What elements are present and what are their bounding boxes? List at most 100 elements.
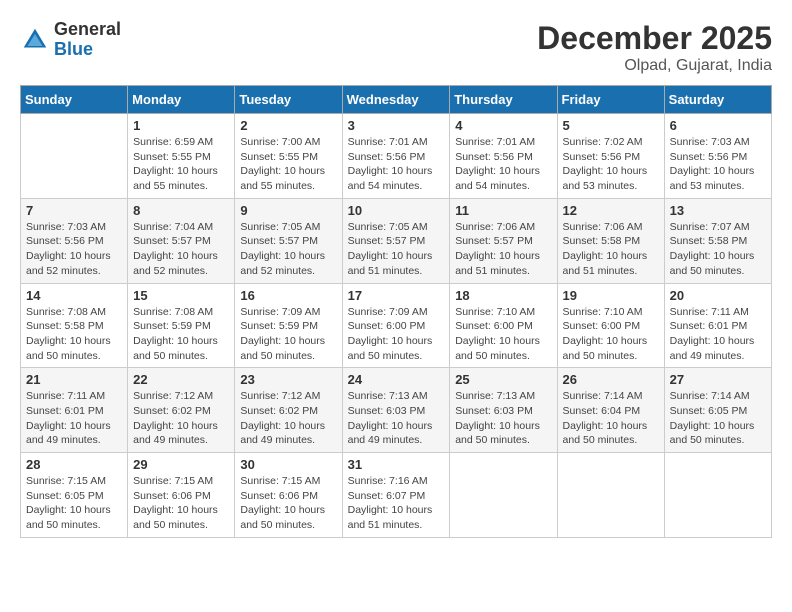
- calendar-cell: 24 Sunrise: 7:13 AM Sunset: 6:03 PM Dayli…: [342, 368, 450, 453]
- day-info: Sunrise: 7:15 AM Sunset: 6:06 PM Dayligh…: [240, 474, 336, 533]
- calendar-cell: 21 Sunrise: 7:11 AM Sunset: 6:01 PM Dayli…: [21, 368, 128, 453]
- page-header: General Blue December 2025 Olpad, Gujara…: [20, 20, 772, 75]
- calendar-cell: 25 Sunrise: 7:13 AM Sunset: 6:03 PM Dayli…: [450, 368, 557, 453]
- day-info: Sunrise: 7:06 AM Sunset: 5:57 PM Dayligh…: [455, 220, 551, 279]
- day-number: 11: [455, 203, 551, 218]
- day-number: 25: [455, 372, 551, 387]
- calendar-cell: 26 Sunrise: 7:14 AM Sunset: 6:04 PM Dayli…: [557, 368, 664, 453]
- week-row-5: 28 Sunrise: 7:15 AM Sunset: 6:05 PM Dayli…: [21, 453, 772, 538]
- day-number: 12: [563, 203, 659, 218]
- day-info: Sunrise: 7:07 AM Sunset: 5:58 PM Dayligh…: [670, 220, 766, 279]
- location: Olpad, Gujarat, India: [537, 57, 772, 75]
- header-friday: Friday: [557, 86, 664, 114]
- day-info: Sunrise: 7:04 AM Sunset: 5:57 PM Dayligh…: [133, 220, 229, 279]
- day-info: Sunrise: 7:10 AM Sunset: 6:00 PM Dayligh…: [455, 305, 551, 364]
- calendar-cell: 4 Sunrise: 7:01 AM Sunset: 5:56 PM Daylig…: [450, 114, 557, 199]
- day-info: Sunrise: 7:14 AM Sunset: 6:04 PM Dayligh…: [563, 389, 659, 448]
- day-number: 16: [240, 288, 336, 303]
- calendar-cell: [21, 114, 128, 199]
- day-info: Sunrise: 7:12 AM Sunset: 6:02 PM Dayligh…: [240, 389, 336, 448]
- header-sunday: Sunday: [21, 86, 128, 114]
- day-number: 14: [26, 288, 122, 303]
- day-number: 1: [133, 118, 229, 133]
- week-row-1: 1 Sunrise: 6:59 AM Sunset: 5:55 PM Daylig…: [21, 114, 772, 199]
- week-row-3: 14 Sunrise: 7:08 AM Sunset: 5:58 PM Dayli…: [21, 283, 772, 368]
- calendar-cell: 16 Sunrise: 7:09 AM Sunset: 5:59 PM Dayli…: [235, 283, 342, 368]
- calendar-cell: 3 Sunrise: 7:01 AM Sunset: 5:56 PM Daylig…: [342, 114, 450, 199]
- header-thursday: Thursday: [450, 86, 557, 114]
- calendar-cell: 29Sunrise: 7:15 AM Sunset: 6:06 PM Dayli…: [128, 453, 235, 538]
- day-info: Sunrise: 7:13 AM Sunset: 6:03 PM Dayligh…: [455, 389, 551, 448]
- calendar-cell: 18Sunrise: 7:10 AM Sunset: 6:00 PM Dayli…: [450, 283, 557, 368]
- day-info: Sunrise: 7:01 AM Sunset: 5:56 PM Dayligh…: [455, 135, 551, 194]
- day-number: 3: [348, 118, 445, 133]
- calendar-cell: 28 Sunrise: 7:15 AM Sunset: 6:05 PM Dayli…: [21, 453, 128, 538]
- day-number: 20: [670, 288, 766, 303]
- calendar-cell: [557, 453, 664, 538]
- header-wednesday: Wednesday: [342, 86, 450, 114]
- day-number: 24: [348, 372, 445, 387]
- day-info: Sunrise: 7:03 AM Sunset: 5:56 PM Dayligh…: [26, 220, 122, 279]
- header-monday: Monday: [128, 86, 235, 114]
- day-number: 26: [563, 372, 659, 387]
- calendar-cell: 12Sunrise: 7:06 AM Sunset: 5:58 PM Dayli…: [557, 198, 664, 283]
- logo: General Blue: [20, 20, 121, 60]
- calendar-cell: 14 Sunrise: 7:08 AM Sunset: 5:58 PM Dayli…: [21, 283, 128, 368]
- calendar-cell: 7 Sunrise: 7:03 AM Sunset: 5:56 PM Daylig…: [21, 198, 128, 283]
- calendar-cell: 8 Sunrise: 7:04 AM Sunset: 5:57 PM Daylig…: [128, 198, 235, 283]
- day-info: Sunrise: 7:11 AM Sunset: 6:01 PM Dayligh…: [26, 389, 122, 448]
- day-info: Sunrise: 7:08 AM Sunset: 5:58 PM Dayligh…: [26, 305, 122, 364]
- day-info: Sunrise: 7:15 AM Sunset: 6:05 PM Dayligh…: [26, 474, 122, 533]
- day-info: Sunrise: 7:12 AM Sunset: 6:02 PM Dayligh…: [133, 389, 229, 448]
- day-info: Sunrise: 7:16 AM Sunset: 6:07 PM Dayligh…: [348, 474, 445, 533]
- calendar-cell: 27 Sunrise: 7:14 AM Sunset: 6:05 PM Dayli…: [664, 368, 771, 453]
- day-number: 2: [240, 118, 336, 133]
- calendar-cell: [664, 453, 771, 538]
- day-info: Sunrise: 7:00 AM Sunset: 5:55 PM Dayligh…: [240, 135, 336, 194]
- calendar-cell: 6Sunrise: 7:03 AM Sunset: 5:56 PM Daylig…: [664, 114, 771, 199]
- day-number: 17: [348, 288, 445, 303]
- day-info: Sunrise: 7:02 AM Sunset: 5:56 PM Dayligh…: [563, 135, 659, 194]
- calendar-cell: [450, 453, 557, 538]
- logo-icon: [20, 25, 50, 55]
- day-number: 4: [455, 118, 551, 133]
- header-row: SundayMondayTuesdayWednesdayThursdayFrid…: [21, 86, 772, 114]
- calendar-cell: 15Sunrise: 7:08 AM Sunset: 5:59 PM Dayli…: [128, 283, 235, 368]
- day-number: 6: [670, 118, 766, 133]
- calendar-cell: 5Sunrise: 7:02 AM Sunset: 5:56 PM Daylig…: [557, 114, 664, 199]
- day-number: 27: [670, 372, 766, 387]
- calendar-cell: 13 Sunrise: 7:07 AM Sunset: 5:58 PM Dayli…: [664, 198, 771, 283]
- day-number: 9: [240, 203, 336, 218]
- day-info: Sunrise: 7:14 AM Sunset: 6:05 PM Dayligh…: [670, 389, 766, 448]
- calendar-cell: 10Sunrise: 7:05 AM Sunset: 5:57 PM Dayli…: [342, 198, 450, 283]
- calendar-cell: 19 Sunrise: 7:10 AM Sunset: 6:00 PM Dayli…: [557, 283, 664, 368]
- logo-blue: Blue: [54, 40, 121, 60]
- calendar-cell: 9 Sunrise: 7:05 AM Sunset: 5:57 PM Daylig…: [235, 198, 342, 283]
- day-info: Sunrise: 6:59 AM Sunset: 5:55 PM Dayligh…: [133, 135, 229, 194]
- day-number: 31: [348, 457, 445, 472]
- day-number: 22: [133, 372, 229, 387]
- month-title: December 2025: [537, 20, 772, 57]
- calendar-cell: 23Sunrise: 7:12 AM Sunset: 6:02 PM Dayli…: [235, 368, 342, 453]
- day-number: 10: [348, 203, 445, 218]
- day-info: Sunrise: 7:09 AM Sunset: 5:59 PM Dayligh…: [240, 305, 336, 364]
- day-info: Sunrise: 7:08 AM Sunset: 5:59 PM Dayligh…: [133, 305, 229, 364]
- day-number: 8: [133, 203, 229, 218]
- week-row-4: 21 Sunrise: 7:11 AM Sunset: 6:01 PM Dayli…: [21, 368, 772, 453]
- calendar-table: SundayMondayTuesdayWednesdayThursdayFrid…: [20, 85, 772, 538]
- day-number: 13: [670, 203, 766, 218]
- day-info: Sunrise: 7:13 AM Sunset: 6:03 PM Dayligh…: [348, 389, 445, 448]
- day-number: 7: [26, 203, 122, 218]
- day-number: 28: [26, 457, 122, 472]
- day-info: Sunrise: 7:01 AM Sunset: 5:56 PM Dayligh…: [348, 135, 445, 194]
- day-info: Sunrise: 7:10 AM Sunset: 6:00 PM Dayligh…: [563, 305, 659, 364]
- day-number: 21: [26, 372, 122, 387]
- logo-general: General: [54, 20, 121, 40]
- day-info: Sunrise: 7:05 AM Sunset: 5:57 PM Dayligh…: [240, 220, 336, 279]
- day-info: Sunrise: 7:11 AM Sunset: 6:01 PM Dayligh…: [670, 305, 766, 364]
- day-info: Sunrise: 7:09 AM Sunset: 6:00 PM Dayligh…: [348, 305, 445, 364]
- day-number: 19: [563, 288, 659, 303]
- calendar-cell: 2 Sunrise: 7:00 AM Sunset: 5:55 PM Daylig…: [235, 114, 342, 199]
- title-block: December 2025 Olpad, Gujarat, India: [537, 20, 772, 75]
- header-saturday: Saturday: [664, 86, 771, 114]
